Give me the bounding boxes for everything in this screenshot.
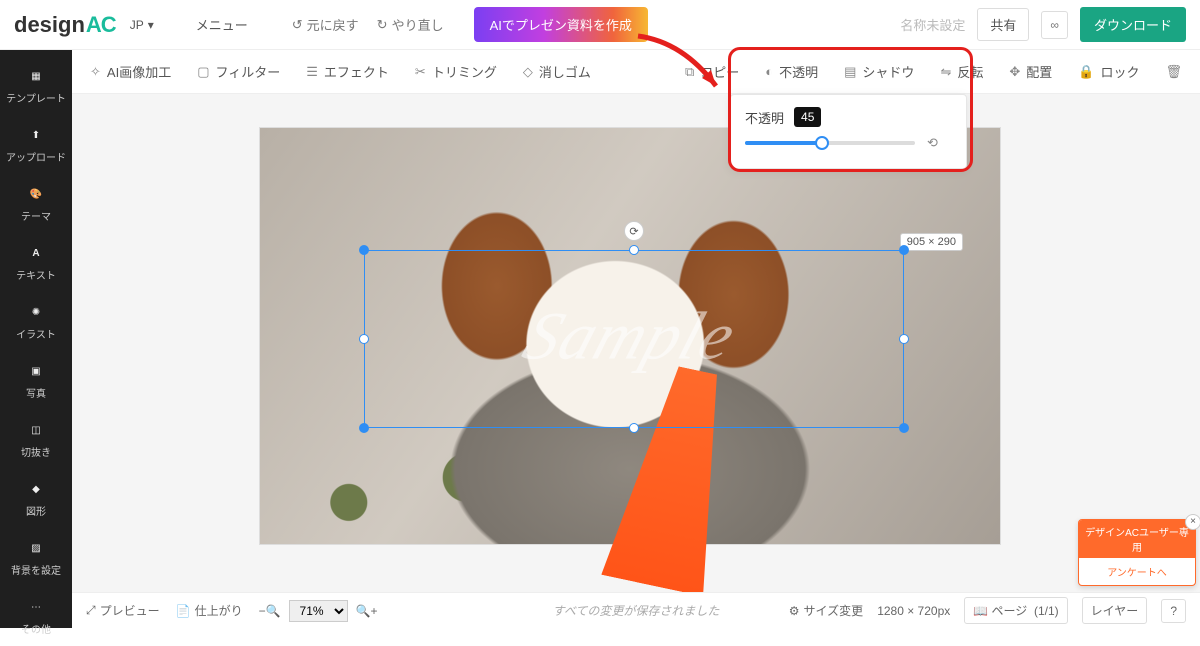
help-button[interactable]: ? [1161, 599, 1186, 623]
language-selector[interactable]: JP ▾ [130, 18, 154, 32]
download-button[interactable]: ダウンロード [1080, 7, 1186, 42]
tool-ai-edit[interactable]: ✧AI画像加工 [90, 62, 171, 81]
resize-handle-br[interactable] [899, 423, 909, 433]
resize-handle-r[interactable] [899, 334, 909, 344]
sidebar-item-photo[interactable]: ▣写真 [0, 351, 72, 410]
zoom-in-icon[interactable]: 🔍+ [356, 604, 378, 618]
redo-icon: ↻ [377, 17, 388, 33]
menu-label[interactable]: メニュー [196, 15, 248, 34]
left-sidebar: ▦テンプレート ⬆アップロード 🎨テーマ Aテキスト ✺イラスト ▣写真 ◫切抜… [0, 50, 72, 628]
redo-button[interactable]: ↻やり直し [377, 15, 444, 34]
tool-arrange[interactable]: ✥配置 [1009, 62, 1052, 81]
filter-icon: ▢ [197, 64, 209, 80]
sidebar-item-theme[interactable]: 🎨テーマ [0, 174, 72, 233]
undo-button[interactable]: ↺元に戻す [292, 15, 359, 34]
sidebar-item-template[interactable]: ▦テンプレート [0, 56, 72, 115]
close-icon[interactable]: × [1185, 514, 1200, 530]
page-indicator[interactable]: 📖 ページ (1/1) [964, 597, 1067, 624]
crop-icon: ✂ [415, 64, 426, 80]
gear-icon: ⚙ [789, 604, 800, 618]
book-icon: 📖 [973, 604, 991, 618]
canvas-size-label: 1280 × 720px [877, 604, 950, 618]
reset-icon[interactable]: ⟲ [927, 135, 938, 151]
sidebar-item-shape[interactable]: ◆図形 [0, 469, 72, 528]
survey-head: デザインACユーザー専用 [1079, 520, 1195, 558]
wand-icon: ✧ [90, 64, 101, 80]
sparkle-icon: ✺ [26, 302, 46, 322]
flip-icon: ⇋ [940, 64, 951, 80]
shadow-icon: ▤ [844, 64, 856, 80]
tool-eraser[interactable]: ◇消しゴム [523, 62, 591, 81]
survey-link[interactable]: アンケートへ [1079, 558, 1195, 585]
share-button[interactable]: 共有 [977, 8, 1029, 41]
tool-filter[interactable]: ▢フィルター [197, 62, 280, 81]
app-logo: designAC [14, 12, 116, 38]
resize-handle-tr[interactable] [899, 245, 909, 255]
eraser-icon: ◇ [523, 64, 533, 80]
resize-handle-bl[interactable] [359, 423, 369, 433]
finishing-button[interactable]: 📄仕上がり [176, 602, 243, 619]
resize-handle-tl[interactable] [359, 245, 369, 255]
tool-crop[interactable]: ✂トリミング [415, 62, 497, 81]
chevron-down-icon: ▾ [148, 18, 154, 32]
shapes-icon: ◆ [26, 479, 46, 499]
resize-button[interactable]: ⚙サイズ変更 [789, 602, 863, 619]
undo-icon: ↺ [292, 17, 303, 33]
tool-flip[interactable]: ⇋反転 [940, 62, 983, 81]
expand-icon: ⤢ [86, 603, 96, 618]
selection-dimensions: 905 × 290 [900, 233, 963, 251]
sidebar-item-background[interactable]: ▨背景を設定 [0, 528, 72, 587]
arrange-icon: ✥ [1009, 64, 1020, 80]
trash-icon: 🗑 [1165, 64, 1182, 80]
resize-handle-t[interactable] [629, 245, 639, 255]
cutout-icon: ◫ [26, 420, 46, 440]
autosave-status: すべての変更が保存されました [553, 602, 720, 619]
design-page[interactable]: Sample ⟳ 905 × 290 [260, 128, 1000, 544]
more-icon: ⋯ [26, 597, 46, 617]
resize-handle-b[interactable] [629, 423, 639, 433]
zoom-out-icon[interactable]: −🔍 [259, 604, 281, 618]
upload-icon: ⬆ [26, 125, 46, 145]
pattern-icon: ▨ [26, 538, 46, 558]
logo-suffix: AC [86, 12, 116, 38]
slider-knob[interactable] [815, 136, 829, 150]
bottom-bar: ⤢プレビュー 📄仕上がり −🔍 71% 🔍+ すべての変更が保存されました ⚙サ… [72, 592, 1200, 628]
lang-code: JP [130, 18, 144, 32]
opacity-slider[interactable] [745, 141, 915, 145]
opacity-value-badge: 45 [794, 107, 821, 127]
sidebar-item-upload[interactable]: ⬆アップロード [0, 115, 72, 174]
preview-button[interactable]: ⤢プレビュー [86, 602, 160, 619]
selection-frame[interactable]: ⟳ 905 × 290 [364, 250, 904, 428]
tool-opacity[interactable]: ◐不透明 [765, 62, 818, 81]
survey-popup: × デザインACユーザー専用 アンケートへ [1078, 519, 1196, 586]
sidebar-item-cutout[interactable]: ◫切抜き [0, 410, 72, 469]
resize-handle-l[interactable] [359, 334, 369, 344]
effect-icon: ☰ [306, 64, 318, 80]
tool-delete[interactable]: 🗑 [1165, 64, 1182, 80]
opacity-icon: ◐ [765, 64, 773, 79]
layer-button[interactable]: レイヤー [1082, 597, 1148, 624]
logo-prefix: design [14, 12, 85, 38]
sidebar-more[interactable]: ⋯その他 [0, 587, 72, 646]
text-icon: A [26, 243, 46, 263]
annotation-arrow [628, 30, 738, 110]
tool-shadow[interactable]: ▤シャドウ [844, 62, 914, 81]
design-name-input[interactable]: 名称未設定 [900, 15, 965, 34]
rotate-handle[interactable]: ⟳ [624, 221, 644, 241]
sidebar-item-illust[interactable]: ✺イラスト [0, 292, 72, 351]
tool-effect[interactable]: ☰エフェクト [306, 62, 389, 81]
opacity-label: 不透明 [745, 108, 784, 127]
palette-icon: 🎨 [26, 184, 46, 204]
ai-create-button[interactable]: AIでプレゼン資料を作成 [474, 7, 648, 42]
template-icon: ▦ [26, 66, 46, 86]
canvas-area[interactable]: Sample ⟳ 905 × 290 [72, 94, 1200, 592]
tool-lock[interactable]: 🔒ロック [1078, 62, 1139, 81]
sidebar-item-text[interactable]: Aテキスト [0, 233, 72, 292]
share-link-icon[interactable]: ∞ [1041, 11, 1068, 39]
page-icon: 📄 [176, 604, 191, 618]
image-icon: ▣ [26, 361, 46, 381]
lock-icon: 🔒 [1078, 64, 1094, 80]
zoom-select[interactable]: 71% [289, 600, 348, 622]
opacity-popover: 不透明 45 ⟲ [730, 94, 967, 169]
